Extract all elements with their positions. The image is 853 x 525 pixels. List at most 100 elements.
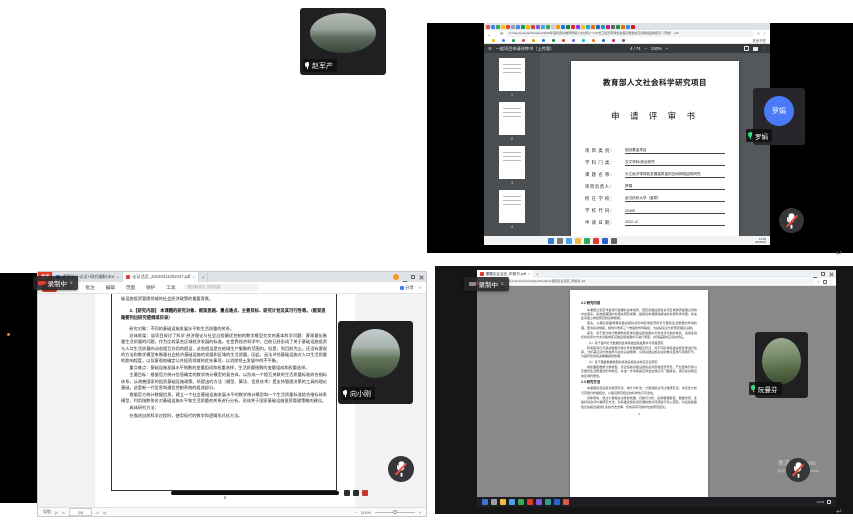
muted-mic-indicator[interactable]	[388, 456, 414, 482]
bookmark-item[interactable]	[582, 39, 585, 42]
floating-share-bar[interactable]	[171, 491, 339, 495]
browser-tab[interactable]	[626, 25, 630, 29]
zoom-slider[interactable]	[375, 512, 415, 513]
maximize-button[interactable]	[821, 272, 825, 276]
browser-tab[interactable]	[596, 25, 600, 29]
bookmark-item[interactable]	[542, 39, 545, 42]
muted-mic-indicator[interactable]	[786, 458, 810, 482]
back-icon[interactable]: ←	[487, 32, 492, 37]
forward-icon[interactable]: →	[494, 32, 499, 37]
favorites-icon[interactable]: ☆	[817, 279, 821, 285]
browser-tab[interactable]	[556, 25, 560, 29]
user-avatar[interactable]	[393, 274, 399, 280]
pdf-viewport[interactable]: 教育部人文社会科学研究项目 申 请 评 审 书 项 目 类 别： 规划基金项目 …	[540, 53, 770, 236]
close-button[interactable]	[419, 275, 423, 279]
other-bookmarks[interactable]: 其他书签	[752, 38, 766, 43]
ribbon-tab[interactable]: 工具	[163, 284, 178, 292]
bookmark-item[interactable]	[562, 39, 565, 42]
pdf-more-icon[interactable]: ⋮	[762, 46, 766, 51]
browser-tab[interactable]	[606, 25, 610, 29]
browser-tab[interactable]	[531, 25, 535, 29]
browser-tab[interactable]	[581, 25, 585, 29]
chevron-down-icon[interactable]: ∨	[70, 280, 74, 286]
pdf-menu-icon[interactable]: ☰	[488, 46, 492, 51]
thumbnail-item[interactable]: 1	[484, 58, 540, 97]
taskbar-icon[interactable]	[593, 238, 599, 244]
browser-tab[interactable]	[486, 25, 490, 29]
browser-tab[interactable]	[586, 25, 590, 29]
thumbnail-item[interactable]: 4	[484, 190, 540, 229]
floating-bar-icon[interactable]	[344, 490, 350, 496]
first-page-icon[interactable]: |<	[55, 510, 58, 515]
avatar-tile[interactable]: 罗娟 罗娟	[753, 88, 805, 145]
taskbar-icon[interactable]	[566, 238, 572, 244]
browser-tab[interactable]	[631, 25, 635, 29]
reload-icon[interactable]: ⟳	[500, 31, 504, 37]
browser-menu-icon[interactable]: ⋮	[829, 279, 833, 285]
floating-bar-icon[interactable]	[353, 490, 359, 496]
search-input[interactable]: 查找和定位 文档内容	[183, 284, 259, 291]
last-page-icon[interactable]: >|	[103, 510, 106, 515]
zoom-out-icon[interactable]: −	[354, 510, 356, 515]
browser-tab[interactable]	[536, 25, 540, 29]
browser-tab[interactable]	[521, 25, 525, 29]
chevron-down-icon[interactable]: ∨	[501, 281, 505, 287]
bookmark-item[interactable]	[572, 39, 575, 42]
bookmark-star-icon[interactable]: ☆	[756, 31, 760, 37]
muted-mic-indicator[interactable]	[779, 208, 804, 233]
downloads-icon[interactable]	[823, 280, 827, 284]
close-button[interactable]	[829, 272, 833, 276]
notification-center-icon[interactable]	[827, 500, 831, 504]
tray-time[interactable]: 14:05	[816, 500, 824, 504]
new-tab-button[interactable]: +	[533, 270, 542, 278]
ribbon-tab[interactable]: 页面	[123, 284, 138, 292]
share-button[interactable]: 分享	[400, 285, 414, 291]
taskbar-icon[interactable]	[554, 499, 560, 505]
bookmark-item[interactable]	[532, 39, 535, 42]
thumbnail-item[interactable]: 2	[484, 102, 540, 141]
taskbar-icon[interactable]	[557, 238, 563, 244]
tab-pdf-active[interactable]: 论证活页_20220311001047.pdf ×	[123, 272, 199, 282]
bookmark-item[interactable]	[552, 39, 555, 42]
taskbar-icon[interactable]	[527, 499, 533, 505]
browser-tab[interactable]	[526, 25, 530, 29]
ribbon-tab[interactable]: 批注	[82, 284, 97, 292]
browser-tab[interactable]	[501, 25, 505, 29]
taskbar-icon[interactable]	[491, 499, 497, 505]
zoom-in-icon[interactable]: +	[666, 46, 668, 51]
more-tools-icon[interactable]: ∨	[419, 285, 422, 291]
page-indicator[interactable]: 2/5	[69, 508, 93, 516]
webcam-tile[interactable]: 向小刚	[338, 321, 413, 404]
browser-tab[interactable]	[516, 25, 520, 29]
pdf-page-indicator[interactable]: 4 / 74	[630, 46, 640, 51]
browser-tab[interactable]	[571, 25, 575, 29]
zoom-out-icon[interactable]: −	[644, 46, 646, 51]
taskbar-icon[interactable]	[500, 499, 506, 505]
taskbar-icon[interactable]	[518, 499, 524, 505]
taskbar-icon[interactable]	[509, 499, 515, 505]
browser-tab[interactable]	[616, 25, 620, 29]
browser-tab[interactable]	[561, 25, 565, 29]
new-tab-button[interactable]: +	[199, 272, 208, 282]
taskbar-icon[interactable]	[611, 238, 617, 244]
tray-clock[interactable]: 14:05 2023/6/2	[755, 238, 766, 244]
zoom-in-icon[interactable]: +	[419, 510, 421, 515]
maximize-button[interactable]	[411, 275, 415, 279]
download-icon[interactable]	[744, 46, 749, 51]
browser-tab[interactable]	[611, 25, 615, 29]
taskbar-icon[interactable]	[482, 499, 488, 505]
ribbon-tab[interactable]: 编辑	[103, 284, 118, 292]
bookmark-item[interactable]	[612, 39, 615, 42]
browser-tab[interactable]	[511, 25, 515, 29]
recording-indicator[interactable]: 录制中 ∨	[464, 277, 509, 291]
webcam-tile[interactable]: 阮曼芬	[755, 332, 808, 398]
bookmark-item[interactable]	[512, 39, 515, 42]
address-input[interactable]: file:///C:/Users/Administrator/Desktop/课…	[498, 279, 814, 285]
floating-bar-icon[interactable]	[362, 490, 368, 496]
bookmark-item[interactable]	[592, 39, 595, 42]
taskbar-icon[interactable]	[563, 499, 569, 505]
browser-tab[interactable]	[591, 25, 595, 29]
taskbar-icon[interactable]	[536, 499, 542, 505]
bookmark-item[interactable]	[522, 39, 525, 42]
browser-menu-icon[interactable]: ⋮	[763, 31, 768, 37]
